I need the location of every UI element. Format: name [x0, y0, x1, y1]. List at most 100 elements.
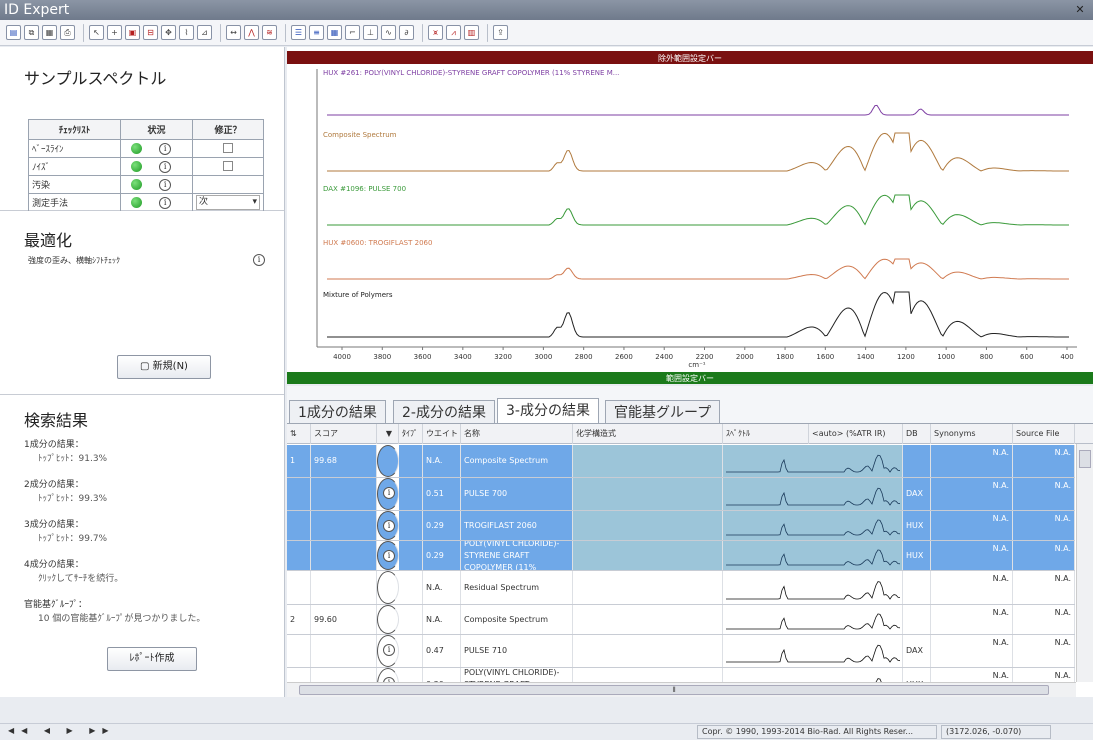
- x-tick-label: 1400: [857, 353, 875, 361]
- new-button[interactable]: ▢ 新規(N): [117, 355, 211, 379]
- col-source-file[interactable]: Source File: [1013, 424, 1075, 444]
- tab-functional-groups[interactable]: 官能基グループ: [605, 400, 721, 424]
- col-weight[interactable]: ウエイト: [423, 424, 461, 444]
- spectrum-icon[interactable]: ⩙: [428, 25, 443, 40]
- stack-view-icon[interactable]: ☰: [291, 25, 306, 40]
- offset-view-icon[interactable]: ≡: [309, 25, 324, 40]
- library-icon[interactable]: ▥: [464, 25, 479, 40]
- compare-icon[interactable]: ⩘: [446, 25, 461, 40]
- open-icon[interactable]: ▤: [6, 25, 21, 40]
- horizontal-scrollbar[interactable]: ⦀: [287, 682, 1076, 697]
- info-icon[interactable]: i: [253, 254, 265, 266]
- score-cell: 99.60: [311, 605, 377, 634]
- scroll-thumb[interactable]: [1079, 450, 1091, 468]
- spectrum-trace[interactable]: [327, 194, 1069, 226]
- col-db[interactable]: DB: [903, 424, 931, 444]
- x-tick-label: 1200: [897, 353, 915, 361]
- fix-checkbox-noise[interactable]: [223, 161, 233, 172]
- col-structure[interactable]: 化学構造式: [573, 424, 723, 444]
- functional-groups-link[interactable]: 10 個の官能基ｸﾞﾙｰﾌﾟが見つかりました。: [38, 611, 205, 624]
- measure-icon[interactable]: ⌇: [179, 25, 194, 40]
- info-icon[interactable]: i: [159, 160, 172, 173]
- pointer-icon[interactable]: ↖: [89, 25, 104, 40]
- table-row[interactable]: i 0.29 POLY(VINYL CHLORIDE)-STYRENE GRAFT …: [287, 541, 1075, 571]
- spectrum-thumbnail: [726, 549, 901, 566]
- ruler-icon[interactable]: ⊿: [197, 25, 212, 40]
- table-row[interactable]: i 0.51 PULSE 700 DAX N.A. N.A.: [287, 478, 1075, 511]
- record-navigator[interactable]: ◀◀ ◀ ▶ ▶▶: [8, 726, 116, 735]
- info-cell: i: [377, 635, 399, 667]
- overlay-icon[interactable]: ≋: [262, 25, 277, 40]
- table-row[interactable]: N.A. Residual Spectrum N.A. N.A.: [287, 571, 1075, 605]
- spectrum-trace[interactable]: [327, 132, 1069, 172]
- col-spectrum[interactable]: ｽﾍﾟｸﾄﾙ: [723, 424, 809, 444]
- spectrum-trace[interactable]: [327, 291, 1069, 338]
- synonyms-cell: N.A.: [931, 635, 1013, 667]
- info-icon[interactable]: i: [383, 550, 395, 562]
- col-name[interactable]: 名称: [461, 424, 573, 444]
- tab-3-component[interactable]: 3-成分の結果: [497, 398, 599, 424]
- export-icon[interactable]: ⇪: [493, 25, 508, 40]
- scroll-thumb[interactable]: ⦀: [299, 685, 1049, 695]
- col-score[interactable]: スコア: [311, 424, 377, 444]
- zoom-out-icon[interactable]: ⊟: [143, 25, 158, 40]
- tab-1-component[interactable]: 1成分の結果: [289, 400, 386, 424]
- title-bar: ID Expert ✕: [0, 0, 1093, 20]
- paste-icon[interactable]: ▦: [42, 25, 57, 40]
- x-tick-label: 2800: [575, 353, 593, 361]
- fix-checkbox-baseline[interactable]: [223, 143, 233, 154]
- vertical-scrollbar[interactable]: [1076, 444, 1093, 682]
- result-3-link[interactable]: ﾄｯﾌﾟﾋｯﾄ：99.7%: [38, 531, 107, 544]
- table-row[interactable]: i 0.47 PULSE 710 DAX N.A. N.A.: [287, 635, 1075, 668]
- info-icon[interactable]: i: [159, 196, 172, 209]
- spectrum-chart[interactable]: 除外範囲設定バー 範囲設定バー 4000 3800 3600 3400 3200 3000…: [287, 47, 1093, 384]
- filter-icon[interactable]: ▼: [377, 424, 399, 444]
- col-type[interactable]: ﾀｲﾌﾟ: [399, 424, 423, 444]
- table-row[interactable]: 1 99.68 N.A. Composite Spectrum N.A. N.A.: [287, 445, 1075, 478]
- table-row[interactable]: 2 99.60 N.A. Composite Spectrum N.A. N.A.: [287, 605, 1075, 635]
- peak-icon[interactable]: ⋀: [244, 25, 259, 40]
- baseline-icon[interactable]: ⌐: [345, 25, 360, 40]
- app-title: ID Expert: [4, 2, 70, 18]
- pan-icon[interactable]: ✥: [161, 25, 176, 40]
- source-cell: N.A.: [1013, 635, 1075, 667]
- close-icon[interactable]: ✕: [1073, 3, 1087, 17]
- col-auto-atr[interactable]: <auto> (%ATR IR): [809, 424, 903, 444]
- score-cell: [311, 571, 377, 604]
- expand-horizontal-icon[interactable]: ↔: [226, 25, 241, 40]
- col-synonyms[interactable]: Synonyms: [931, 424, 1013, 444]
- result-1-link[interactable]: ﾄｯﾌﾟﾋｯﾄ：91.3%: [38, 451, 107, 464]
- spectrum-svg[interactable]: 除外範囲設定バー 範囲設定バー 4000 3800 3600 3400 3200 3000…: [287, 47, 1093, 384]
- synonyms-cell: N.A.: [931, 605, 1013, 634]
- grid-view-icon[interactable]: ▦: [327, 25, 342, 40]
- spectrum-trace[interactable]: [327, 104, 1069, 116]
- derivative-icon[interactable]: ∂: [399, 25, 414, 40]
- info-icon[interactable]: i: [159, 178, 172, 191]
- score-cell: [311, 478, 377, 510]
- table-row[interactable]: i 0.29 TROGIFLAST 2060 HUX N.A. N.A.: [287, 511, 1075, 541]
- spectrum-trace[interactable]: [327, 258, 1069, 280]
- info-icon[interactable]: i: [159, 142, 172, 155]
- row-number: [287, 478, 311, 510]
- source-cell: N.A.: [1013, 478, 1075, 510]
- x-tick-label: 3800: [373, 353, 391, 361]
- zoom-box-icon[interactable]: ▣: [125, 25, 140, 40]
- print-icon[interactable]: ⎙: [60, 25, 75, 40]
- tab-2-component[interactable]: 2-成分の結果: [393, 400, 495, 424]
- report-button[interactable]: ﾚﾎﾟｰﾄ作成: [107, 647, 197, 671]
- method-select[interactable]: 次: [196, 195, 260, 210]
- copy-icon[interactable]: ⧉: [24, 25, 39, 40]
- normalize-icon[interactable]: ⊥: [363, 25, 378, 40]
- sort-icon[interactable]: ⇅: [287, 424, 311, 444]
- info-icon[interactable]: i: [383, 520, 395, 532]
- info-icon[interactable]: i: [383, 644, 395, 656]
- smooth-icon[interactable]: ∿: [381, 25, 396, 40]
- spectrum-thumbnail: [726, 613, 901, 630]
- sample-spectrum-section: サンプルスペクトル ﾁｪｯｸﾘｽﾄ 状況 修正？ ﾍﾞｰｽﾗｲﾝ i ﾉｲｽﾞ …: [0, 47, 284, 212]
- synonyms-cell: N.A.: [931, 571, 1013, 604]
- info-icon[interactable]: i: [383, 487, 395, 499]
- result-2-link[interactable]: ﾄｯﾌﾟﾋｯﾄ：99.3%: [38, 491, 107, 504]
- crosshair-icon[interactable]: +: [107, 25, 122, 40]
- result-4-link[interactable]: ｸﾘｯｸしてｻｰﾁを続行。: [38, 571, 123, 584]
- result-3-label: 3成分の結果：: [24, 520, 84, 530]
